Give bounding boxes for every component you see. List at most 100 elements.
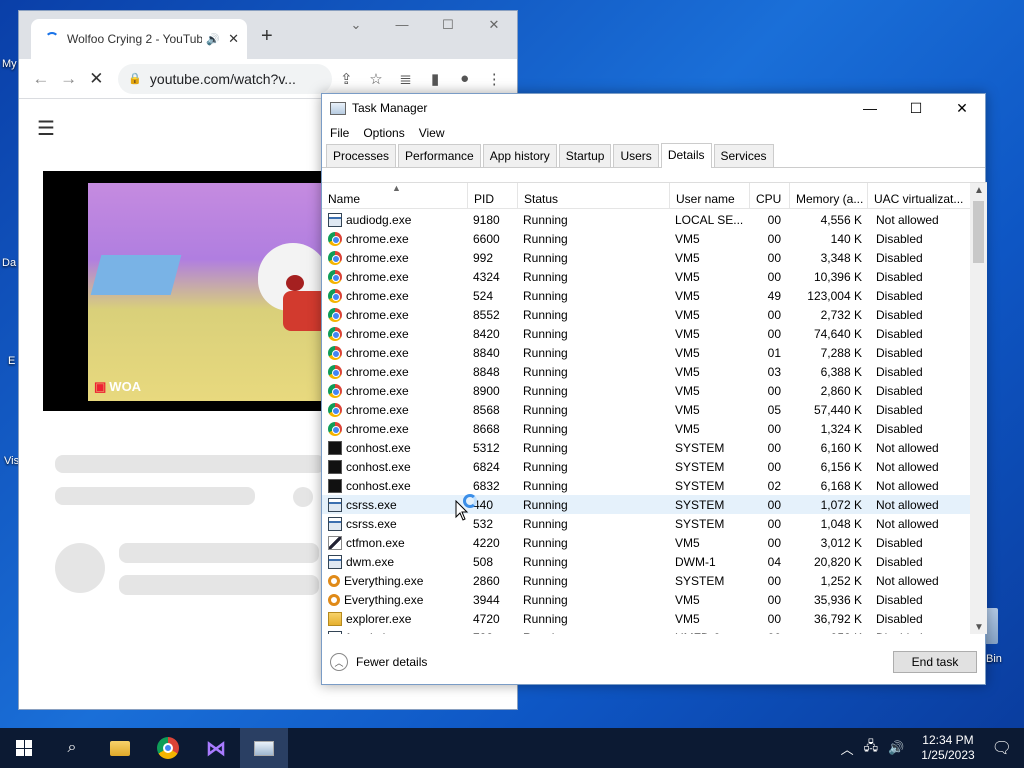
clock[interactable]: 12:34 PM 1/25/2023	[921, 733, 974, 763]
desktop-icon-label[interactable]: Da	[2, 257, 16, 269]
desktop-icon-label[interactable]: My	[2, 58, 17, 70]
table-row[interactable]: Everything.exe 2860 Running SYSTEM 00 1,252 K…	[322, 571, 970, 590]
stop-icon[interactable]: ✕	[82, 69, 110, 89]
maximize-button[interactable]: ☐	[425, 17, 471, 33]
table-row[interactable]: ctfmon.exe 4220 Running VM5 00 3,012 K Disable…	[322, 533, 970, 552]
table-row[interactable]: chrome.exe 8668 Running VM5 00 1,324 K Disable…	[322, 419, 970, 438]
table-row[interactable]: conhost.exe 6832 Running SYSTEM 02 6,168 K Not…	[322, 476, 970, 495]
minimize-button[interactable]: —	[847, 100, 893, 117]
vertical-scrollbar[interactable]: ▲ ▼	[970, 183, 987, 634]
close-button[interactable]: ✕	[471, 17, 517, 33]
back-icon[interactable]: ←	[27, 69, 55, 89]
table-row[interactable]: chrome.exe 8840 Running VM5 01 7,288 K Disable…	[322, 343, 970, 362]
minimize-button[interactable]: —	[379, 17, 425, 33]
fewer-details-button[interactable]: ︿ Fewer details	[330, 653, 427, 671]
chrome-icon[interactable]	[144, 728, 192, 768]
user-cell: VM5	[675, 592, 700, 607]
table-row[interactable]: csrss.exe 440 Running SYSTEM 00 1,072 K Not al…	[322, 495, 970, 514]
menu-options[interactable]: Options	[363, 126, 404, 140]
cpu-cell: 04	[767, 554, 781, 569]
table-row[interactable]: chrome.exe 6600 Running VM5 00 140 K Disabled	[322, 229, 970, 248]
process-name-cell: csrss.exe	[322, 497, 468, 512]
table-row[interactable]: chrome.exe 8420 Running VM5 00 74,640 K Disabl…	[322, 324, 970, 343]
column-header-uac[interactable]: UAC virtualizat...	[868, 183, 970, 208]
tab-app-history[interactable]: App history	[482, 144, 557, 167]
share-icon[interactable]: ⇪	[332, 70, 362, 88]
close-button[interactable]: ✕	[939, 100, 985, 117]
tab-performance[interactable]: Performance	[398, 144, 481, 167]
table-row[interactable]: csrss.exe 532 Running SYSTEM 00 1,048 K Not al…	[322, 514, 970, 533]
table-row[interactable]: chrome.exe 524 Running VM5 49 123,004 K Disabl…	[322, 286, 970, 305]
cpu-cell: 00	[767, 212, 781, 227]
tab-details[interactable]: Details	[660, 143, 712, 168]
network-icon[interactable]: 🖧	[864, 737, 879, 759]
generic-process-icon	[328, 497, 342, 512]
speaker-icon[interactable]: 🔊	[206, 33, 220, 46]
volume-icon[interactable]: 🔊	[888, 740, 904, 756]
tab-users[interactable]: Users	[613, 144, 659, 167]
pid-cell: 3944	[473, 592, 500, 607]
tab-startup[interactable]: Startup	[558, 144, 612, 167]
table-row[interactable]: chrome.exe 8552 Running VM5 00 2,732 K Disable…	[322, 305, 970, 324]
column-header-memory[interactable]: Memory (a...	[790, 183, 868, 208]
maximize-button[interactable]: ☐	[893, 100, 939, 117]
column-header-pid[interactable]: PID	[468, 183, 518, 208]
side-panel-icon[interactable]: ▮	[420, 70, 450, 88]
windows-logo-icon	[16, 740, 32, 756]
table-row[interactable]: chrome.exe 992 Running VM5 00 3,348 K Disabled	[322, 248, 970, 267]
title-bar[interactable]: Task Manager — ☐ ✕	[322, 94, 985, 122]
memory-cell: 20,820 K	[813, 554, 862, 569]
table-row[interactable]: fontdrvhost.exe 788RunningUMFD-000952 KDi…	[322, 628, 970, 634]
pid-cell: 4324	[473, 269, 500, 284]
scrollbar-thumb[interactable]	[973, 201, 984, 263]
star-icon[interactable]: ☆	[361, 70, 391, 88]
scroll-down-icon[interactable]: ▼	[974, 622, 984, 633]
notification-icon[interactable]: 🗨	[992, 738, 1012, 758]
close-icon[interactable]: ✕	[228, 31, 239, 47]
column-header-cpu[interactable]: CPU	[750, 183, 790, 208]
browser-tab[interactable]: Wolfoo Crying 2 - YouTube 🔊 ✕	[31, 19, 247, 59]
address-bar[interactable]: 🔒 youtube.com/watch?v...	[118, 63, 332, 94]
start-button[interactable]	[0, 728, 48, 768]
tab-services[interactable]: Services	[713, 144, 774, 167]
visual-studio-icon[interactable]: ⋈	[192, 728, 240, 768]
uac-cell: Not allowed	[876, 478, 939, 493]
menu-view[interactable]: View	[419, 126, 445, 140]
table-row[interactable]: conhost.exe 6824 Running SYSTEM 00 6,156 K Not…	[322, 457, 970, 476]
scroll-up-icon[interactable]: ▲	[974, 185, 984, 196]
file-explorer-icon[interactable]	[96, 728, 144, 768]
menu-file[interactable]: File	[330, 126, 349, 140]
table-row[interactable]: dwm.exe 508 Running DWM-1 04 20,820 K Disabled	[322, 552, 970, 571]
desktop-icon-label[interactable]: E	[8, 355, 15, 367]
status-cell: Running	[523, 573, 568, 588]
table-row[interactable]: chrome.exe 8900 Running VM5 00 2,860 K Disable…	[322, 381, 970, 400]
desktop-icon-label[interactable]: Vis	[4, 455, 19, 467]
chevron-down-icon[interactable]: ⌄	[333, 17, 379, 33]
column-header-user[interactable]: User name	[670, 183, 750, 208]
media-control-icon[interactable]: ≣	[391, 70, 421, 88]
forward-icon[interactable]: →	[55, 69, 83, 89]
uac-cell: Disabled	[876, 535, 923, 550]
column-header-status[interactable]: Status	[518, 183, 670, 208]
recycle-bin-label[interactable]: Bin	[986, 653, 1002, 665]
kebab-menu-icon[interactable]: ⋮	[479, 70, 509, 88]
pid-cell: 508	[473, 554, 494, 569]
table-row[interactable]: Everything.exe 3944 Running VM5 00 35,936 K Di…	[322, 590, 970, 609]
new-tab-button[interactable]: +	[261, 25, 273, 48]
process-name-cell: chrome.exe	[322, 326, 468, 341]
table-row[interactable]: audiodg.exe 9180 Running LOCAL SE... 00 4,556…	[322, 210, 970, 229]
tab-processes[interactable]: Processes	[326, 144, 397, 167]
hamburger-menu-icon[interactable]: ☰	[37, 116, 55, 141]
task-manager-taskbar-icon[interactable]	[240, 728, 288, 768]
table-row[interactable]: chrome.exe 8848 Running VM5 03 6,388 K Disable…	[322, 362, 970, 381]
table-row[interactable]: explorer.exe 4720 Running VM5 00 36,792 K Disa…	[322, 609, 970, 628]
table-row[interactable]: chrome.exe 4324 Running VM5 00 10,396 K Disabl…	[322, 267, 970, 286]
end-task-button[interactable]: End task	[893, 651, 977, 673]
chevron-up-icon[interactable]: ︿	[841, 739, 854, 758]
video-player[interactable]: ▣ WOA	[43, 171, 343, 411]
memory-cell: 1,072 K	[820, 497, 862, 512]
table-row[interactable]: conhost.exe 5312 Running SYSTEM 00 6,160 K Not…	[322, 438, 970, 457]
profile-icon[interactable]: ●	[450, 70, 480, 87]
search-icon[interactable]: ⌕	[48, 728, 96, 768]
table-row[interactable]: chrome.exe 8568 Running VM5 05 57,440 K Disabl…	[322, 400, 970, 419]
